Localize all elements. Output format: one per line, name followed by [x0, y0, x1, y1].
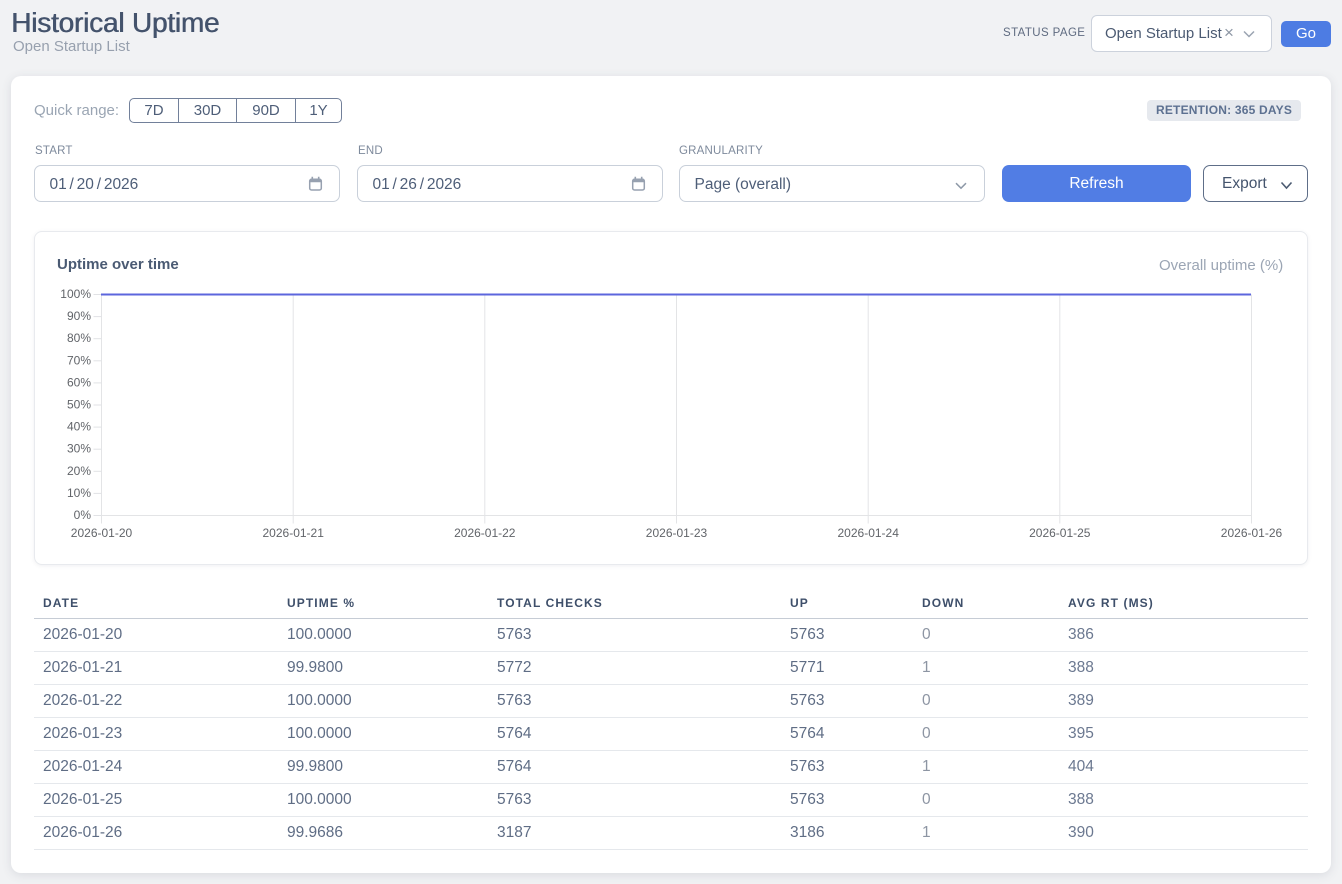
svg-text:10%: 10%: [67, 486, 91, 500]
svg-text:30%: 30%: [67, 442, 91, 456]
svg-text:0%: 0%: [74, 508, 92, 522]
svg-text:2026-01-24: 2026-01-24: [838, 526, 900, 540]
svg-text:2026-01-22: 2026-01-22: [454, 526, 516, 540]
svg-text:2026-01-26: 2026-01-26: [1221, 526, 1283, 540]
svg-text:2026-01-20: 2026-01-20: [71, 526, 133, 540]
svg-text:50%: 50%: [67, 398, 91, 412]
svg-text:100%: 100%: [60, 287, 91, 301]
svg-text:90%: 90%: [67, 309, 91, 323]
svg-text:20%: 20%: [67, 464, 91, 478]
svg-text:60%: 60%: [67, 375, 91, 389]
svg-text:2026-01-25: 2026-01-25: [1029, 526, 1091, 540]
svg-text:80%: 80%: [67, 331, 91, 345]
svg-text:2026-01-21: 2026-01-21: [263, 526, 325, 540]
svg-text:40%: 40%: [67, 420, 91, 434]
svg-text:2026-01-23: 2026-01-23: [646, 526, 708, 540]
svg-text:70%: 70%: [67, 353, 91, 367]
